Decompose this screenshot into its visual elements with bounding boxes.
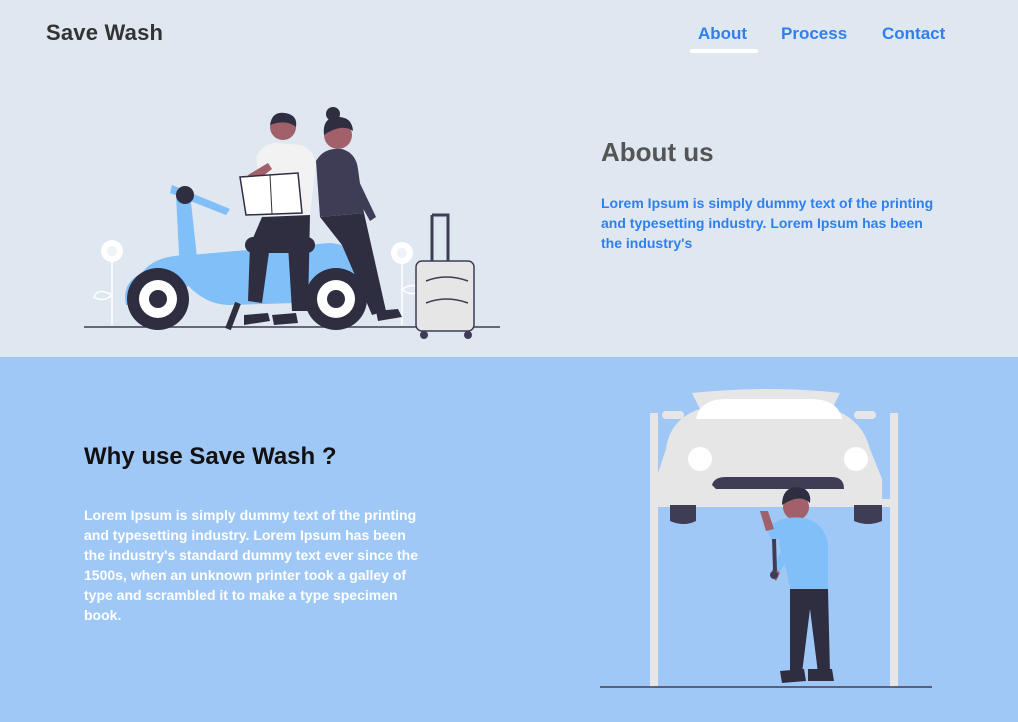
scooter-couple-illustration bbox=[84, 107, 500, 339]
nav-about-link[interactable]: About bbox=[698, 24, 747, 44]
nav-contact-link[interactable]: Contact bbox=[882, 24, 945, 44]
car-lift-mechanic-illustration bbox=[600, 389, 932, 688]
about-description: Lorem Ipsum is simply dummy text of the … bbox=[601, 195, 934, 251]
nav-process-link[interactable]: Process bbox=[781, 24, 847, 44]
why-section: Why use Save Wash ? Lorem Ipsum is simpl… bbox=[0, 357, 1018, 722]
why-title: Why use Save Wash ? bbox=[84, 443, 337, 470]
why-description: Lorem Ipsum is simply dummy text of the … bbox=[84, 507, 418, 623]
brand-logo[interactable]: Save Wash bbox=[46, 20, 163, 46]
about-section: Save Wash About Process Contact About us… bbox=[0, 0, 1018, 357]
about-title: About us bbox=[601, 137, 714, 167]
nav-active-indicator bbox=[690, 49, 758, 53]
